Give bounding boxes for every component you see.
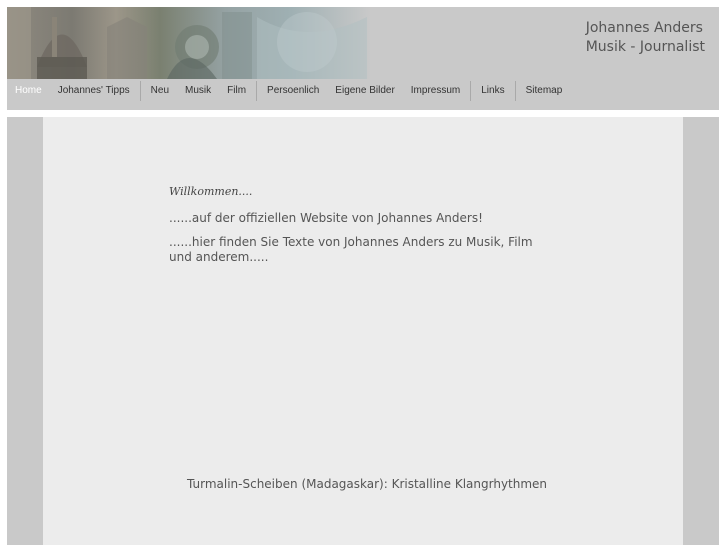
site-title: Johannes Anders Musik - Journalist bbox=[586, 19, 705, 57]
nav-separator bbox=[256, 81, 258, 101]
nav-separator bbox=[139, 81, 141, 101]
main-nav: Home Johannes' Tipps Neu Musik Film Pers… bbox=[7, 80, 719, 102]
site-title-name: Johannes Anders bbox=[585, 20, 703, 36]
nav-item-links[interactable]: Links bbox=[473, 81, 512, 101]
nav-item-sitemap[interactable]: Sitemap bbox=[518, 81, 571, 101]
image-caption: Turmalin-Scheiben (Madagaskar): Kristall… bbox=[187, 477, 548, 491]
nav-item-musik[interactable]: Musik bbox=[177, 81, 219, 101]
nav-item-persoenlich[interactable]: Persoenlich bbox=[259, 81, 327, 101]
nav-separator bbox=[470, 81, 472, 101]
nav-item-eigene-bilder[interactable]: Eigene Bilder bbox=[327, 81, 402, 101]
site-header: Johannes Anders Musik - Journalist Home … bbox=[7, 7, 719, 110]
banner-graphic bbox=[7, 7, 367, 79]
intro-line-1: ......auf der offiziellen Website von Jo… bbox=[169, 211, 483, 225]
header-banner-image bbox=[7, 7, 371, 79]
site-title-subtitle: Musik - Journalist bbox=[585, 39, 705, 55]
nav-item-film[interactable]: Film bbox=[219, 81, 254, 101]
nav-item-johannes-tipps[interactable]: Johannes' Tipps bbox=[50, 81, 138, 101]
intro-line-2: ......hier finden Sie Texte von Johannes… bbox=[169, 235, 533, 264]
welcome-heading: Willkommen.... bbox=[169, 185, 253, 198]
nav-item-neu[interactable]: Neu bbox=[143, 81, 177, 101]
nav-item-impressum[interactable]: Impressum bbox=[403, 81, 468, 101]
nav-item-home[interactable]: Home bbox=[7, 81, 50, 101]
nav-separator bbox=[514, 81, 516, 101]
content-frame: Willkommen.... ......auf der offiziellen… bbox=[7, 117, 719, 545]
main-content: Willkommen.... ......auf der offiziellen… bbox=[43, 117, 683, 545]
